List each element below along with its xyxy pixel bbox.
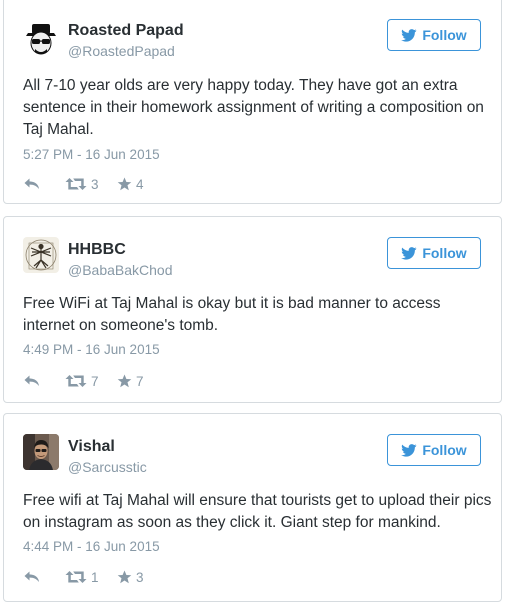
reply-icon	[24, 178, 39, 189]
tweet-timestamp[interactable]: 4:49 PM - 16 Jun 2015	[23, 342, 160, 357]
display-name[interactable]: Vishal	[68, 438, 115, 456]
tweet-text: Free WiFi at Taj Mahal is okay but it is…	[23, 295, 441, 334]
display-name[interactable]: Roasted Papad	[68, 22, 184, 40]
vitruvian-man-avatar-icon	[23, 237, 59, 273]
tweet-actions: 7 7	[23, 371, 144, 391]
retweet-icon	[65, 571, 87, 583]
tweet-timestamp[interactable]: 4:44 PM - 16 Jun 2015	[23, 539, 160, 554]
display-name[interactable]: HHBBC	[68, 241, 126, 259]
retweet-count: 7	[91, 373, 99, 389]
user-handle[interactable]: @BabaBakChod	[68, 262, 173, 278]
twitter-bird-icon	[401, 28, 417, 42]
star-icon	[117, 177, 132, 191]
tweet-text: All 7-10 year olds are very happy today.…	[23, 77, 484, 138]
favorite-count: 7	[136, 373, 144, 389]
favorite-button[interactable]: 7	[117, 374, 144, 389]
retweet-count: 3	[91, 176, 99, 192]
reply-button[interactable]	[23, 570, 65, 584]
user-avatar[interactable]	[23, 237, 59, 273]
star-icon	[117, 374, 132, 388]
user-avatar[interactable]	[23, 19, 59, 55]
follow-button[interactable]: Follow	[387, 434, 481, 466]
follow-label: Follow	[422, 245, 467, 261]
tweet-card: Vishal @Sarcusstic Follow Free wifi at T…	[3, 413, 502, 602]
follow-button[interactable]: Follow	[387, 237, 481, 269]
profile-photo-avatar-icon	[23, 434, 59, 470]
retweet-icon	[65, 375, 87, 387]
tweet-card: Roasted Papad @RoastedPapad Follow All 7…	[3, 0, 502, 204]
favorite-button[interactable]: 4	[117, 177, 144, 192]
star-icon	[117, 570, 132, 584]
twitter-bird-icon	[401, 246, 417, 260]
favorite-button[interactable]: 3	[117, 570, 144, 585]
user-avatar[interactable]	[23, 434, 59, 470]
tweet-timestamp[interactable]: 5:27 PM - 16 Jun 2015	[23, 147, 160, 162]
reply-button[interactable]	[23, 177, 65, 191]
reply-icon	[24, 375, 39, 386]
tweet-card: HHBBC @BabaBakChod Follow Free WiFi at T…	[3, 216, 502, 403]
reply-icon	[24, 571, 39, 582]
retweet-button[interactable]: 1	[65, 570, 117, 585]
favorite-count: 3	[136, 569, 144, 585]
retweet-count: 1	[91, 569, 99, 585]
follow-button[interactable]: Follow	[387, 19, 481, 51]
follow-label: Follow	[422, 442, 467, 458]
reply-button[interactable]	[23, 374, 65, 388]
heisenberg-avatar-icon	[23, 19, 59, 55]
tweet-feed: Roasted Papad @RoastedPapad Follow All 7…	[0, 0, 515, 608]
twitter-bird-icon	[401, 443, 417, 457]
tweet-text: Free wifi at Taj Mahal will ensure that …	[23, 492, 492, 531]
tweet-actions: 1 3	[23, 567, 144, 587]
retweet-button[interactable]: 3	[65, 177, 117, 192]
favorite-count: 4	[136, 176, 144, 192]
retweet-button[interactable]: 7	[65, 374, 117, 389]
retweet-icon	[65, 178, 87, 190]
user-handle[interactable]: @Sarcusstic	[68, 459, 147, 475]
user-handle[interactable]: @RoastedPapad	[68, 43, 175, 59]
tweet-actions: 3 4	[23, 174, 144, 194]
follow-label: Follow	[422, 27, 467, 43]
